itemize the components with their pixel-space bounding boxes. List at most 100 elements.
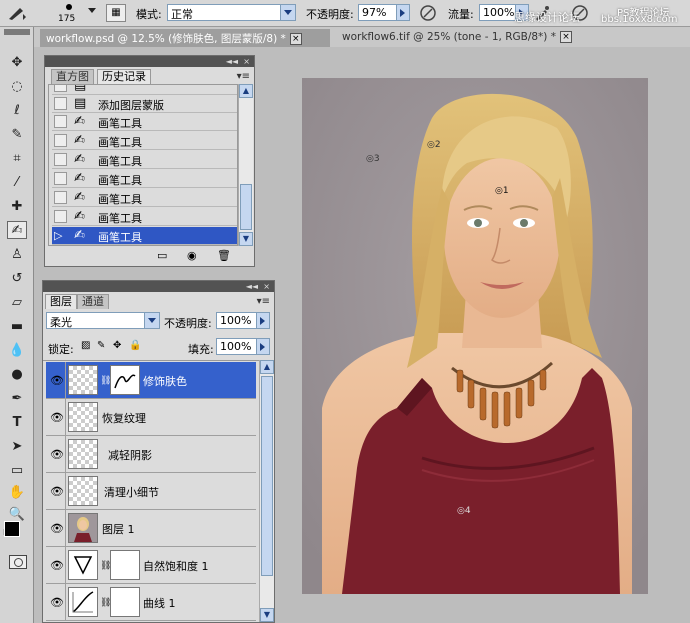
history-scrollbar[interactable]: ▲ ▼	[238, 84, 253, 246]
layer-name[interactable]: 曲线 1	[143, 595, 176, 611]
lasso-tool-icon[interactable]: ℓ	[7, 101, 27, 119]
type-tool-icon[interactable]: T	[7, 413, 27, 431]
close-tab-icon[interactable]: ×	[560, 31, 572, 43]
history-panel-header[interactable]: ◄◄ ×	[45, 56, 254, 67]
pressure-opacity-icon[interactable]	[418, 3, 438, 23]
layer-visibility-eye-icon[interactable]: 👁	[50, 411, 64, 424]
scroll-down-icon[interactable]: ▼	[260, 608, 274, 622]
history-item[interactable]: ✍ 画笔工具	[52, 189, 237, 207]
gradient-tool-icon[interactable]: ▬	[7, 317, 27, 335]
layer-row[interactable]: 👁 减轻阴影	[46, 436, 256, 473]
collapse-panel-icon[interactable]: ◄◄	[226, 56, 238, 67]
history-item[interactable]: ▤ 添加图层蒙版	[52, 95, 237, 113]
new-snapshot-icon[interactable]: ◉	[187, 249, 197, 262]
marker-4-icon[interactable]: ◎4	[457, 506, 471, 516]
history-source-checkbox[interactable]	[54, 153, 67, 166]
history-item[interactable]: ✍ 画笔工具	[52, 151, 237, 169]
history-current-state-icon[interactable]: ▷	[54, 229, 67, 242]
opacity-input[interactable]: 97%	[358, 4, 410, 21]
history-item[interactable]: ✍ 画笔工具	[52, 208, 237, 226]
document-tab-workflow-psd[interactable]: workflow.psd @ 12.5% (修饰肤色, 图层蒙版/8) * ×	[40, 29, 330, 47]
document-tab-workflow6-tif[interactable]: workflow6.tif @ 25% (tone - 1, RGB/8*) *…	[336, 29, 632, 47]
hand-tool-icon[interactable]: ✋	[7, 483, 27, 501]
fill-slider-icon[interactable]	[256, 339, 269, 354]
crop-tool-icon[interactable]: ⌗	[7, 149, 27, 167]
healing-brush-tool-icon[interactable]: ✚	[7, 197, 27, 215]
layer-visibility-eye-icon[interactable]: 👁	[50, 559, 64, 572]
move-tool-icon[interactable]: ✥	[7, 53, 27, 71]
marker-2-icon[interactable]: ◎2	[427, 140, 441, 150]
layer-row[interactable]: 👁 ⛓ 自然饱和度 1	[46, 547, 256, 584]
history-item[interactable]: ✍ 画笔工具	[52, 113, 237, 131]
delete-state-icon[interactable]: 🗑	[217, 249, 231, 262]
brush-tool-preset-icon[interactable]	[6, 4, 28, 22]
layers-scrollbar[interactable]: ▲ ▼	[259, 360, 274, 622]
close-panel-icon[interactable]: ×	[243, 56, 250, 67]
lock-image-icon[interactable]: ✎	[97, 340, 105, 351]
tab-layers[interactable]: 图层	[45, 294, 77, 309]
marker-1-icon[interactable]: ◎1	[495, 186, 509, 196]
history-source-checkbox[interactable]	[54, 210, 67, 223]
brush-size-picker[interactable]: 175	[54, 2, 84, 24]
history-source-checkbox[interactable]	[54, 134, 67, 147]
scroll-up-icon[interactable]: ▲	[260, 360, 274, 374]
history-item[interactable]: ✍ 画笔工具	[52, 170, 237, 188]
layer-name[interactable]: 修饰肤色	[143, 373, 187, 389]
brush-panel-toggle-icon[interactable]: ▦	[106, 4, 126, 22]
layer-visibility-eye-icon[interactable]: 👁	[50, 522, 64, 535]
blend-mode-dropdown-icon[interactable]	[144, 313, 159, 328]
tab-histogram[interactable]: 直方图	[51, 69, 94, 84]
layer-mask-thumbnail[interactable]	[110, 587, 140, 617]
mode-select[interactable]: 正常	[167, 4, 296, 21]
layer-opacity-slider-icon[interactable]	[256, 313, 269, 328]
fill-input[interactable]: 100%	[216, 338, 270, 355]
vibrance-adjustment-icon[interactable]	[68, 550, 98, 580]
layer-visibility-eye-icon[interactable]: 👁	[50, 596, 64, 609]
layer-visibility-eye-icon[interactable]: 👁	[50, 374, 64, 387]
dodge-tool-icon[interactable]: ●	[7, 365, 27, 383]
close-tab-icon[interactable]: ×	[289, 33, 302, 45]
scroll-up-icon[interactable]: ▲	[239, 84, 253, 98]
mode-dropdown-icon[interactable]	[280, 5, 295, 20]
layer-opacity-input[interactable]: 100%	[216, 312, 270, 329]
scroll-down-icon[interactable]: ▼	[239, 232, 253, 246]
layers-scroll-thumb[interactable]	[261, 376, 273, 576]
layer-mask-thumbnail[interactable]	[110, 365, 140, 395]
layer-row[interactable]: 👁 恢复纹理	[46, 399, 256, 436]
foreground-color-swatch[interactable]	[4, 521, 20, 537]
history-source-checkbox[interactable]	[54, 191, 67, 204]
layer-row[interactable]: 👁 图层 1	[46, 510, 256, 547]
blur-tool-icon[interactable]: 💧	[7, 341, 27, 359]
lock-position-icon[interactable]: ✥	[113, 340, 121, 351]
layers-panel-header[interactable]: ◄◄ ×	[43, 281, 274, 292]
history-source-checkbox[interactable]	[54, 97, 67, 110]
blend-mode-select[interactable]: 柔光	[46, 312, 160, 329]
eyedropper-tool-icon[interactable]: ⁄	[7, 173, 27, 191]
panel-menu-icon[interactable]: ▾≡	[237, 71, 250, 82]
history-item-selected[interactable]: ▷ ✍ 画笔工具	[52, 227, 237, 245]
eraser-tool-icon[interactable]: ▱	[7, 293, 27, 311]
history-scroll-thumb[interactable]	[240, 184, 252, 230]
layer-visibility-eye-icon[interactable]: 👁	[50, 485, 64, 498]
marquee-tool-icon[interactable]: ◌	[7, 77, 27, 95]
lock-all-icon[interactable]: 🔒	[129, 340, 141, 351]
history-source-checkbox[interactable]	[54, 115, 67, 128]
tab-channels[interactable]: 通道	[77, 294, 109, 309]
history-source-checkbox[interactable]	[54, 172, 67, 185]
history-item[interactable]: ▤	[52, 85, 237, 95]
shape-tool-icon[interactable]: ▭	[7, 461, 27, 479]
brush-tool-icon[interactable]: ✍	[7, 221, 27, 239]
history-source-checkbox[interactable]	[54, 85, 67, 92]
layer-name[interactable]: 图层 1	[102, 521, 135, 537]
document-canvas[interactable]: ◎3 ◎2 ◎1 ◎4	[302, 78, 648, 594]
marker-3-icon[interactable]: ◎3	[366, 154, 380, 164]
layer-name[interactable]: 减轻阴影	[108, 447, 152, 463]
opacity-slider-toggle-icon[interactable]	[396, 5, 409, 20]
toolbox-grip[interactable]	[4, 29, 30, 35]
tab-history[interactable]: 历史记录	[97, 69, 151, 84]
pen-tool-icon[interactable]: ✒	[7, 389, 27, 407]
layer-visibility-eye-icon[interactable]: 👁	[50, 448, 64, 461]
quick-mask-icon[interactable]	[9, 555, 27, 569]
collapse-panel-icon[interactable]: ◄◄	[246, 281, 258, 292]
brush-dropdown-arrow-icon[interactable]	[88, 8, 96, 13]
